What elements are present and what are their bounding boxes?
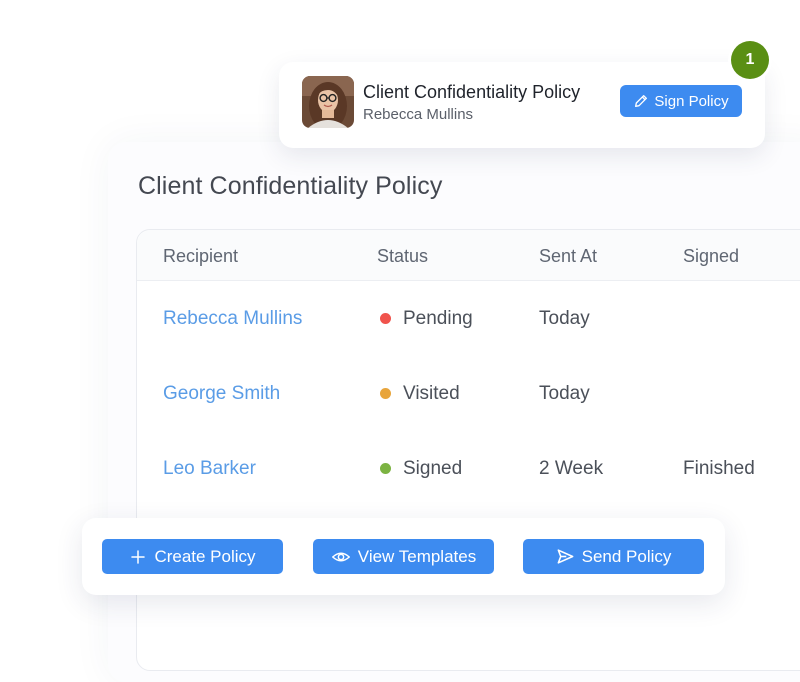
policy-notification-card: Client Confidentiality Policy Rebecca Mu… — [279, 62, 765, 148]
column-header-recipient: Recipient — [163, 246, 239, 266]
status-dot — [380, 463, 391, 474]
page-title: Client Confidentiality Policy — [138, 172, 443, 200]
sent-at-value: Today — [539, 308, 590, 329]
status-label: Pending — [403, 308, 473, 329]
recipient-link[interactable]: George Smith — [163, 383, 280, 405]
sent-at-value: 2 Week — [539, 458, 604, 479]
sign-policy-button[interactable]: Sign Policy — [620, 85, 742, 117]
table-header: Recipient Status Sent At Signed — [137, 230, 800, 281]
recipients-table: Recipient Status Sent At Signed Rebecca … — [136, 229, 800, 671]
view-templates-button[interactable]: View Templates — [313, 539, 494, 574]
column-header-signed: Signed — [683, 246, 740, 266]
signed-value: Finished — [683, 458, 755, 479]
status-dot — [380, 388, 391, 399]
status-label: Visited — [403, 383, 460, 404]
eye-icon — [331, 552, 350, 561]
avatar-photo — [302, 76, 354, 128]
notification-title: Client Confidentiality Policy — [363, 82, 581, 102]
column-header-sent-at: Sent At — [539, 246, 598, 266]
view-templates-label: View Templates — [357, 546, 477, 566]
pencil-icon — [635, 95, 648, 107]
action-bar: Create Policy View Templates Send Policy — [82, 518, 725, 595]
recipient-link[interactable]: Rebecca Mullins — [163, 308, 302, 330]
column-header-status: Status — [377, 246, 429, 266]
step-badge: 1 — [731, 41, 769, 79]
send-policy-button[interactable]: Send Policy — [523, 539, 704, 574]
recipient-link[interactable]: Leo Barker — [163, 458, 256, 480]
sent-at-value: Today — [539, 383, 590, 404]
send-icon — [557, 549, 574, 564]
status-dot — [380, 313, 391, 324]
create-policy-label: Create Policy — [154, 546, 256, 566]
send-policy-label: Send Policy — [581, 546, 672, 566]
plus-icon — [131, 549, 146, 564]
create-policy-button[interactable]: Create Policy — [102, 539, 283, 574]
notification-recipient: Rebecca Mullins — [363, 106, 474, 123]
avatar — [302, 76, 354, 128]
sign-policy-label: Sign Policy — [654, 92, 729, 110]
status-label: Signed — [403, 458, 463, 479]
